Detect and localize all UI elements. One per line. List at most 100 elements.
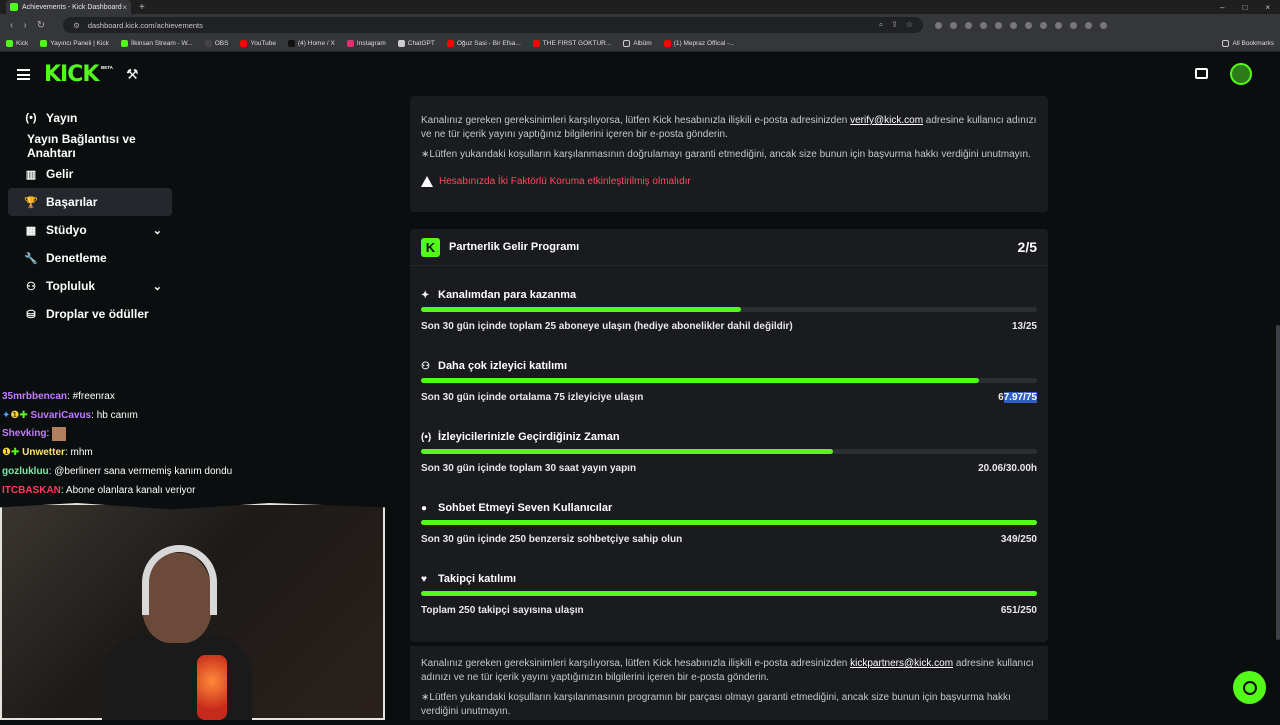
- sidebar-item-droplar[interactable]: ⛁ Droplar ve ödüller: [8, 300, 172, 328]
- menu-icon[interactable]: [17, 69, 30, 80]
- bookmark-item[interactable]: (1) Mepraz Offical -...: [663, 40, 735, 47]
- window-controls: – □ ×: [1220, 3, 1280, 12]
- site-info-icon[interactable]: ⚙: [73, 21, 80, 30]
- warning-icon: [421, 176, 433, 187]
- bookmark-item[interactable]: Yayıncı Paneli | Kick: [40, 40, 109, 47]
- extension-icon[interactable]: [1040, 21, 1048, 29]
- chevron-down-icon[interactable]: ⌄: [153, 280, 162, 293]
- requirement-description: Son 30 gün içinde toplam 25 aboneye ulaş…: [421, 321, 793, 332]
- new-tab-icon[interactable]: +: [139, 2, 145, 13]
- all-bookmarks[interactable]: All Bookmarks: [1222, 40, 1274, 47]
- extensions-area: [935, 21, 1108, 29]
- heart-icon: ♥: [421, 573, 427, 585]
- bookmark-item[interactable]: (4) Home / X: [288, 40, 335, 47]
- support-icon: [1242, 680, 1257, 695]
- extension-icon[interactable]: [1085, 21, 1093, 29]
- broadcast-icon: (•): [25, 112, 37, 124]
- sidebar-item-label: Stüdyo: [46, 223, 87, 237]
- requirement-value[interactable]: 67.97/75: [998, 392, 1037, 403]
- help-button[interactable]: [1233, 671, 1266, 704]
- requirement-title: Sohbet Etmeyi Seven Kullanıcılar: [438, 502, 613, 514]
- browser-tab-bar: Achievements - Kick Dashboard × + – □ ×: [0, 0, 1280, 14]
- extension-icon[interactable]: [1070, 21, 1078, 29]
- bookmark-folder[interactable]: Albüm: [623, 40, 652, 47]
- chevron-down-icon[interactable]: ⌄: [153, 224, 162, 237]
- scrollbar[interactable]: [1276, 325, 1280, 640]
- back-icon[interactable]: ‹: [10, 20, 13, 31]
- requirement-description: Toplam 250 takipçi sayısına ulaşın: [421, 605, 584, 616]
- program-header: K Partnerlik Gelir Programı 2/5: [410, 229, 1048, 266]
- maximize-icon[interactable]: □: [1242, 3, 1247, 12]
- user-avatar[interactable]: [1230, 63, 1252, 85]
- sidebar-item-basarilar[interactable]: 🏆 Başarılar: [8, 188, 172, 216]
- extension-icon[interactable]: [965, 21, 973, 29]
- extension-icon[interactable]: [935, 21, 943, 29]
- sidebar-item-gelir[interactable]: ▥ Gelir: [8, 160, 172, 188]
- progress-fill: [421, 307, 742, 312]
- studio-icon: ▦: [25, 224, 37, 237]
- extension-icon[interactable]: [980, 21, 988, 29]
- close-window-icon[interactable]: ×: [1265, 3, 1270, 12]
- sidebar-item-denetleme[interactable]: 🔧 Denetleme: [8, 244, 172, 272]
- chat-overlay: 35mrbbencan: #freenrax ✦❶✚ SuvariCavus: …: [2, 388, 382, 500]
- sidebar-item-label: Gelir: [46, 167, 74, 181]
- community-icon: ⚇: [26, 280, 36, 293]
- requirement-title: Kanalımdan para kazanma: [438, 289, 577, 301]
- requirement-title: Takipçi katılımı: [438, 573, 517, 585]
- share-icon[interactable]: ⇪: [891, 20, 898, 30]
- chat-icon: ●: [421, 502, 428, 514]
- extension-icon[interactable]: [1100, 21, 1108, 29]
- emote-icon: [52, 426, 67, 441]
- kick-favicon-icon: [10, 3, 18, 11]
- beta-badge: BETA: [101, 65, 113, 70]
- requirement-description: Son 30 gün içinde 250 benzersiz sohbetçi…: [421, 534, 683, 545]
- extension-icon[interactable]: [1010, 21, 1018, 29]
- stream-icon[interactable]: [1195, 68, 1208, 79]
- progress-fill: [421, 520, 1037, 525]
- extension-icon[interactable]: [995, 21, 1003, 29]
- bookmark-item[interactable]: THE FIRST GOKTUR...: [532, 40, 611, 47]
- bookmark-item[interactable]: İlkinsan Stream - W...: [120, 40, 193, 47]
- reload-icon[interactable]: ↻: [37, 20, 45, 31]
- extension-icon[interactable]: [1025, 21, 1033, 29]
- bookmark-item[interactable]: OBS: [204, 40, 228, 47]
- instructions-text: Kanalınız gereken gereksinimleri karşılı…: [421, 658, 1034, 683]
- browser-tab[interactable]: Achievements - Kick Dashboard ×: [6, 0, 131, 14]
- progress-bar: [421, 449, 1037, 454]
- forward-icon[interactable]: ›: [23, 20, 26, 31]
- wrench-icon: 🔧: [24, 252, 38, 265]
- chat-message: ✦❶✚ SuvariCavus: hb canım: [2, 409, 138, 421]
- kick-logo[interactable]: KICK: [44, 62, 99, 87]
- gift-icon: ⛁: [26, 308, 36, 321]
- sidebar-item-studyo[interactable]: ▦ Stüdyo ⌄: [8, 216, 172, 244]
- verification-card: Kanalınız gereken gereksinimleri karşılı…: [410, 96, 1048, 212]
- requirement-value: 651/250: [1000, 605, 1037, 616]
- url-text: dashboard.kick.com/achievements: [87, 20, 203, 30]
- sidebar-item-label: Başarılar: [46, 195, 98, 209]
- viewers-icon: ⚇: [421, 360, 430, 372]
- sidebar-item-topluluk[interactable]: ⚇ Topluluk ⌄: [8, 272, 172, 300]
- chat-message: Shevking:: [2, 425, 382, 444]
- bookmark-item[interactable]: ChatGPT: [397, 40, 435, 47]
- close-tab-icon[interactable]: ×: [122, 3, 127, 12]
- extension-icon[interactable]: [1055, 21, 1063, 29]
- minimize-icon[interactable]: –: [1220, 3, 1224, 12]
- email-link[interactable]: verify@kick.com: [850, 115, 923, 126]
- bookmark-star-icon[interactable]: ☆: [906, 20, 913, 30]
- progress-fill: [421, 378, 980, 383]
- url-field[interactable]: ⚙ dashboard.kick.com/achievements ⌕ ⇪ ☆: [63, 17, 924, 33]
- chat-message: ITCBASKAN: Abone olanlara kanalı veriyor: [2, 484, 196, 496]
- extension-icon[interactable]: [950, 21, 958, 29]
- bookmark-item[interactable]: Oğuz Sasi - Bir Efsa...: [446, 40, 521, 47]
- hammer-icon[interactable]: ⚒: [126, 66, 139, 83]
- sidebar-item-yayin[interactable]: (•) Yayın: [8, 104, 172, 132]
- requirement-item: ⚇ Daha çok izleyici katılımı Son 30 gün i…: [421, 359, 1037, 403]
- bookmark-item[interactable]: Instagram: [346, 40, 386, 47]
- bookmark-item[interactable]: Kick: [6, 40, 28, 47]
- bookmark-item[interactable]: YouTube: [240, 40, 276, 47]
- sidebar-item-stream-key[interactable]: Yayın Bağlantısı ve Anahtarı: [8, 132, 172, 160]
- email-link[interactable]: kickpartners@kick.com: [850, 658, 953, 669]
- progress-bar: [421, 378, 1037, 383]
- requirement-description: Son 30 gün içinde toplam 30 saat yayın y…: [421, 463, 637, 474]
- zoom-icon[interactable]: ⌕: [879, 20, 883, 30]
